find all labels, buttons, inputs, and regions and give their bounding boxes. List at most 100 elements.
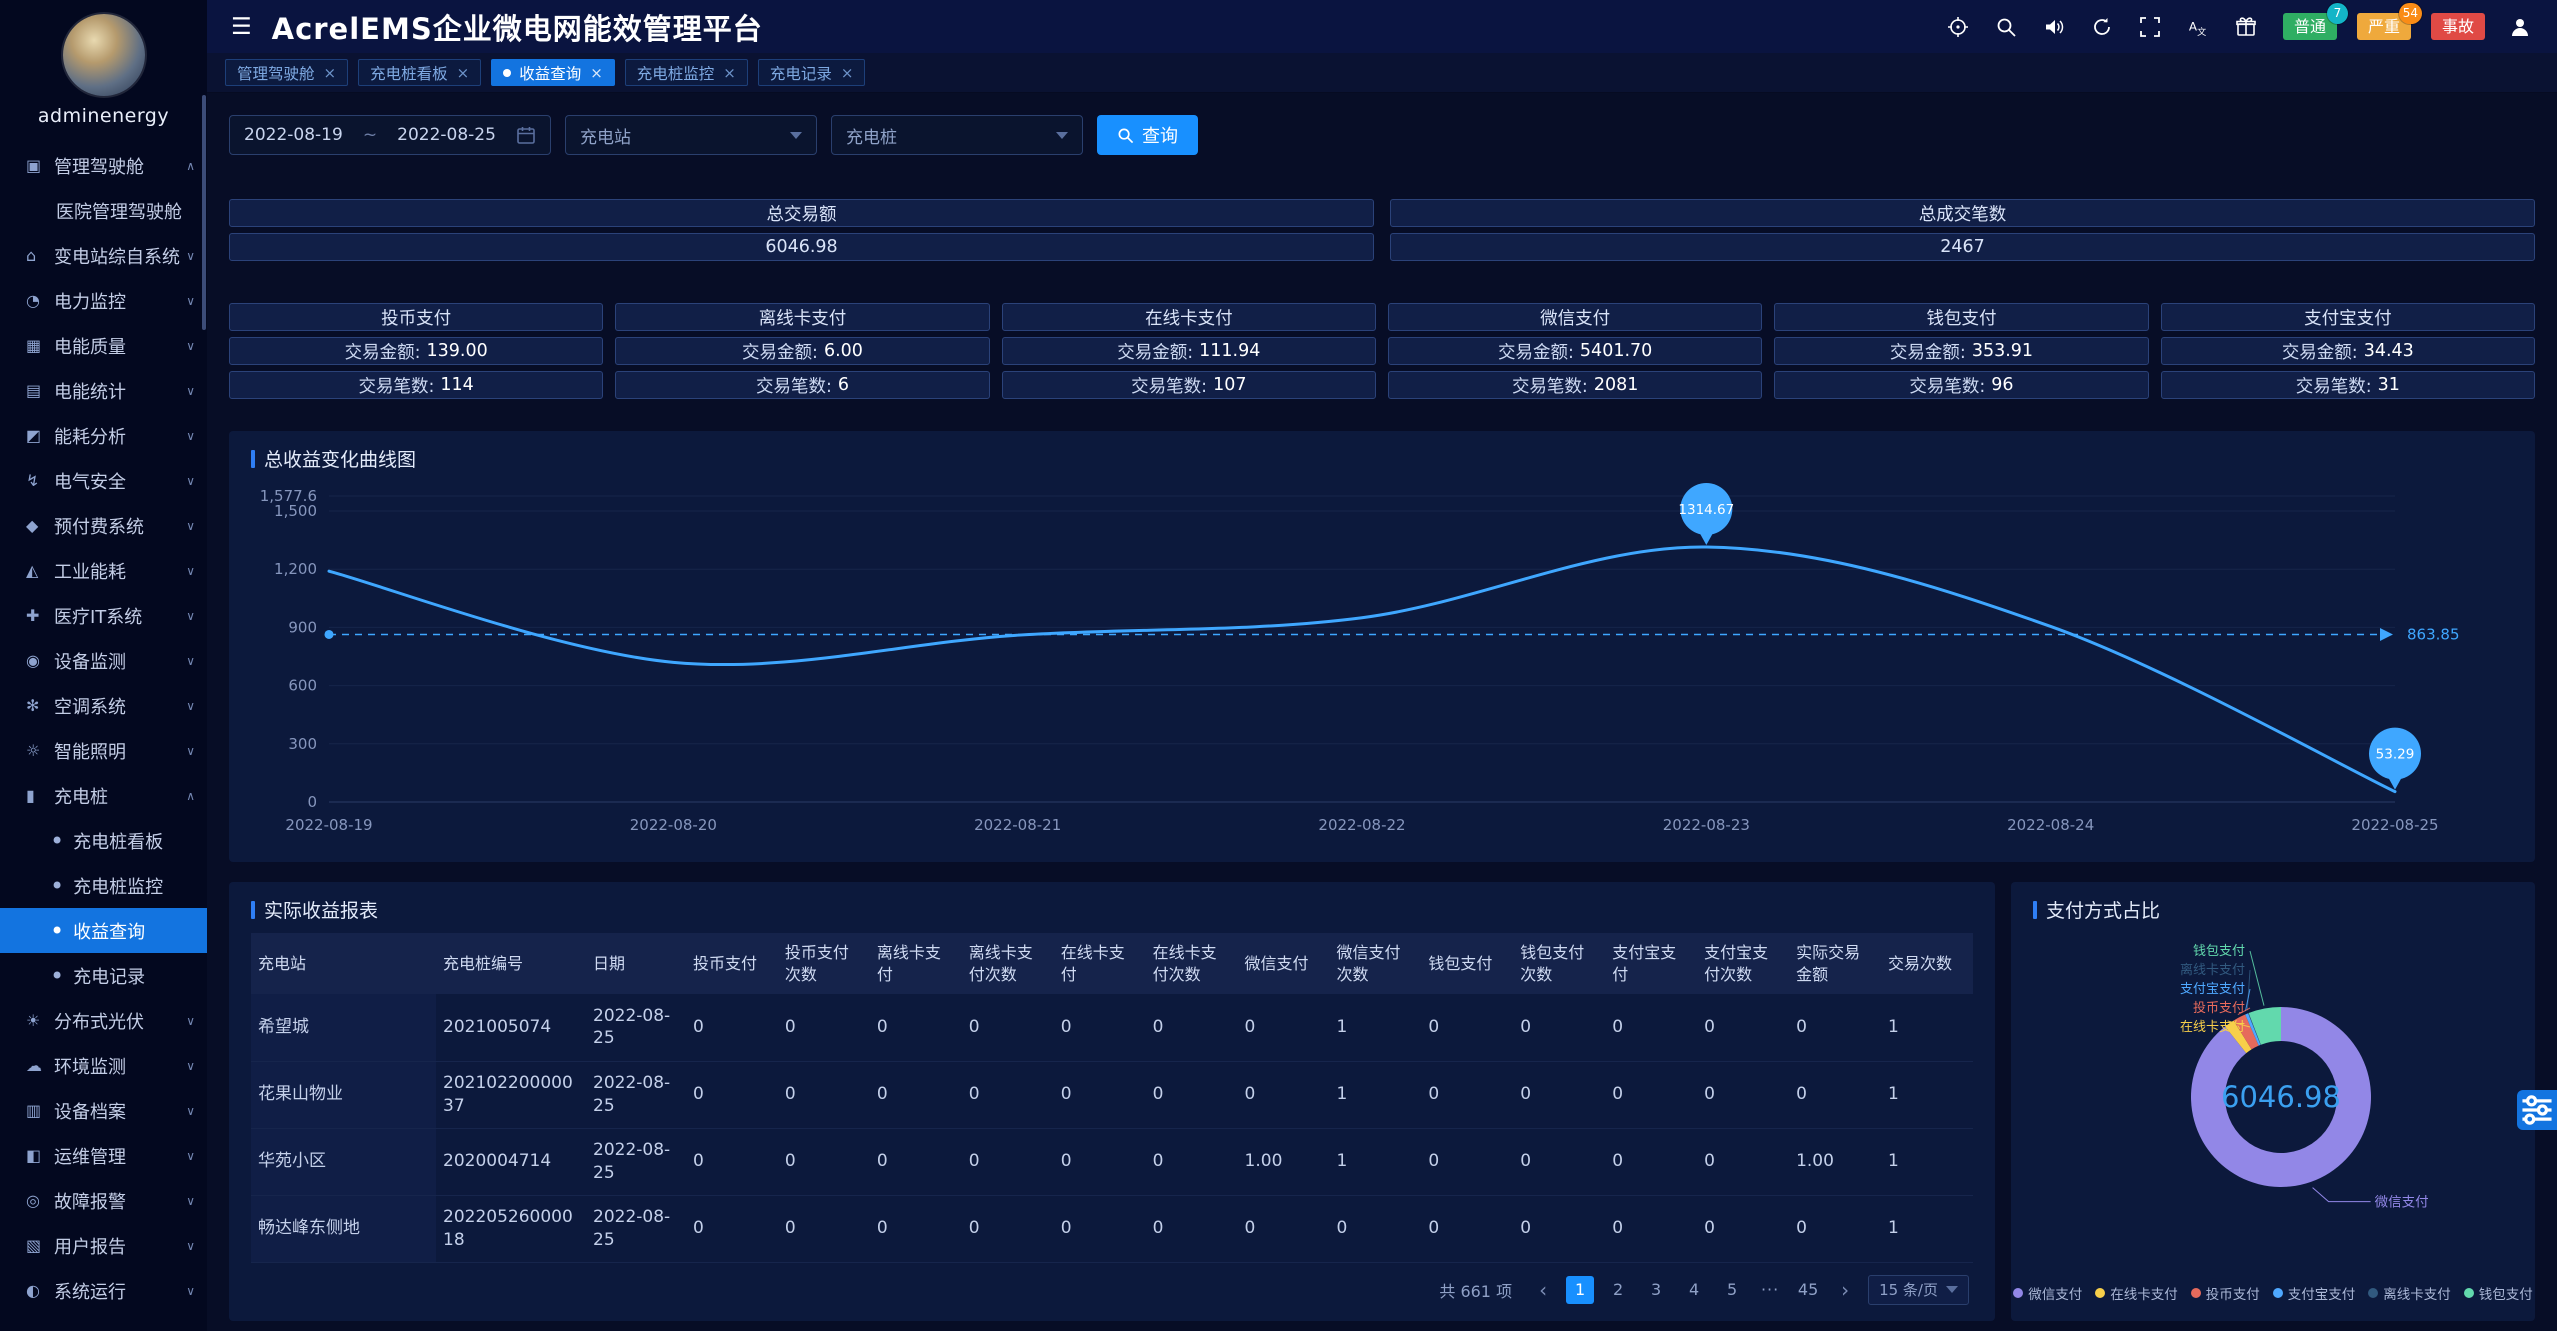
sidebar-item[interactable]: ▧用户报告∨ (0, 1223, 207, 1268)
alarm-chip-wrap: 事故 (2431, 13, 2485, 40)
table-row[interactable]: 华苑小区20200047142022-08-250000001.00100001… (251, 1128, 1973, 1195)
close-icon[interactable]: × (841, 64, 854, 82)
sidebar-item[interactable]: ◭工业能耗∨ (0, 548, 207, 593)
electric-safety-icon: ↯ (26, 471, 54, 490)
pile-select[interactable]: 充电桩 (831, 115, 1083, 155)
revenue-line-chart[interactable]: 03006009001,2001,5001,577.62022-08-19202… (251, 476, 2513, 848)
sidebar-item-label: 充电桩监控 (73, 873, 195, 899)
sidebar-item-label: 管理驾驶舱 (54, 153, 182, 179)
page-number[interactable]: 5 (1718, 1276, 1746, 1304)
sidebar-item[interactable]: ◐系统运行∨ (0, 1268, 207, 1313)
sidebar-scrollbar[interactable] (202, 95, 206, 330)
close-icon[interactable]: × (324, 64, 337, 82)
tab-item[interactable]: 充电记录× (758, 59, 866, 86)
user-avatar[interactable] (63, 14, 145, 96)
sidebar-item[interactable]: ◆预付费系统∨ (0, 503, 207, 548)
sidebar-item[interactable]: ◩能耗分析∨ (0, 413, 207, 458)
table-cell: 2021005074 (436, 994, 586, 1061)
sidebar-item[interactable]: •充电记录 (0, 953, 207, 998)
sidebar-item[interactable]: •充电桩监控 (0, 863, 207, 908)
payment-share-donut-chart[interactable]: 6046.98微信支付钱包支付离线卡支付支付宝支付投币支付在线卡支付 (2033, 925, 2513, 1237)
page-number[interactable]: 4 (1680, 1276, 1708, 1304)
tab-item[interactable]: 充电桩监控× (625, 59, 748, 86)
table-cell: 20210220000037 (436, 1061, 586, 1128)
legend-label: 在线卡支付 (2110, 1283, 2178, 1303)
fullscreen-icon[interactable] (2137, 14, 2163, 40)
close-icon[interactable]: × (590, 64, 603, 82)
sidebar-item[interactable]: •收益查询 (0, 908, 207, 953)
hvac-icon: ✻ (26, 696, 54, 715)
target-icon[interactable] (1945, 14, 1971, 40)
sidebar-item[interactable]: •充电桩看板 (0, 818, 207, 863)
sidebar-item-label: 电气安全 (54, 468, 182, 494)
next-page-icon[interactable]: › (1832, 1278, 1858, 1302)
sidebar-item[interactable]: ✚医疗IT系统∨ (0, 593, 207, 638)
menu-toggle-icon[interactable]: ☰ (231, 14, 252, 40)
sidebar-item[interactable]: ▥设备档案∨ (0, 1088, 207, 1133)
legend-item[interactable]: 投币支付 (2191, 1283, 2260, 1303)
page-number[interactable]: 3 (1642, 1276, 1670, 1304)
sidebar-item[interactable]: ☀分布式光伏∨ (0, 998, 207, 1043)
legend-item[interactable]: 支付宝支付 (2273, 1283, 2356, 1303)
chevron-up-icon: ∧ (186, 789, 195, 803)
count-label: 交易笔数: (359, 373, 435, 398)
table-cell: 2022-08-25 (586, 1061, 686, 1128)
table-cell: 0 (1605, 1061, 1697, 1128)
close-icon[interactable]: × (457, 64, 470, 82)
translate-icon[interactable]: A文 (2185, 14, 2211, 40)
alarm-chip[interactable]: 事故 (2431, 13, 2485, 40)
sidebar-item[interactable]: ◔电力监控∨ (0, 278, 207, 323)
station-select[interactable]: 充电站 (565, 115, 817, 155)
cockpit-icon: ▣ (26, 156, 54, 175)
sidebar-item[interactable]: ☁环境监测∨ (0, 1043, 207, 1088)
amount-value: 111.94 (1199, 341, 1260, 361)
page-number[interactable]: 45 (1794, 1276, 1822, 1304)
tab-item[interactable]: 收益查询× (491, 59, 615, 86)
payment-card-count: 交易笔数:114 (229, 371, 603, 399)
filter-bar: 2022-08-19 ~ 2022-08-25 充电站 充电桩 (229, 115, 2535, 155)
refresh-icon[interactable] (2089, 14, 2115, 40)
legend-item[interactable]: 钱包支付 (2464, 1283, 2533, 1303)
legend-item[interactable]: 在线卡支付 (2095, 1283, 2178, 1303)
settings-float-button[interactable] (2517, 1090, 2557, 1130)
legend-item[interactable]: 微信支付 (2013, 1283, 2082, 1303)
sidebar-item[interactable]: ◧运维管理∨ (0, 1133, 207, 1178)
legend-item[interactable]: 离线卡支付 (2368, 1283, 2451, 1303)
sidebar-item-label: 医疗IT系统 (54, 603, 182, 629)
date-range-input[interactable]: 2022-08-19 ~ 2022-08-25 (229, 115, 551, 155)
page-size-select[interactable]: 15 条/页 (1868, 1275, 1969, 1305)
prepaid-system-icon: ◆ (26, 516, 54, 535)
svg-text:300: 300 (288, 735, 317, 753)
table-row[interactable]: 畅达峰东侧地202205260000182022-08-250000000000… (251, 1195, 1973, 1262)
sidebar-item[interactable]: ◎故障报警∨ (0, 1178, 207, 1223)
sidebar-item[interactable]: ☼智能照明∨ (0, 728, 207, 773)
count-value: 6 (838, 375, 849, 395)
sidebar-item[interactable]: ↯电气安全∨ (0, 458, 207, 503)
tab-item[interactable]: 充电桩看板× (358, 59, 481, 86)
audio-icon[interactable] (2041, 14, 2067, 40)
account-icon[interactable] (2507, 14, 2533, 40)
page-number[interactable]: 2 (1604, 1276, 1632, 1304)
table-row[interactable]: 花果山物业202102200000372022-08-2500000001000… (251, 1061, 1973, 1128)
page-number[interactable]: 1 (1566, 1276, 1594, 1304)
search-icon[interactable] (1993, 14, 2019, 40)
sidebar-item-label: 智能照明 (54, 738, 182, 764)
sidebar-item[interactable]: ▤电能统计∨ (0, 368, 207, 413)
prev-page-icon[interactable]: ‹ (1530, 1278, 1556, 1302)
sidebar-item[interactable]: ⌂变电站综自系统∨ (0, 233, 207, 278)
sidebar-item[interactable]: ▣管理驾驶舱∧ (0, 143, 207, 188)
close-icon[interactable]: × (723, 64, 736, 82)
gift-icon[interactable] (2233, 14, 2259, 40)
sidebar-item[interactable]: ▦电能质量∨ (0, 323, 207, 368)
legend-label: 钱包支付 (2479, 1283, 2533, 1303)
sidebar-item[interactable]: ▮充电桩∧ (0, 773, 207, 818)
sidebar-item[interactable]: ◉设备监测∨ (0, 638, 207, 683)
table-cell: 1 (1329, 994, 1421, 1061)
badge-count: 7 (2327, 3, 2348, 24)
sidebar-item[interactable]: ✻空调系统∨ (0, 683, 207, 728)
tab-item[interactable]: 管理驾驶舱× (225, 59, 348, 86)
sidebar-item[interactable]: 医院管理驾驶舱 (0, 188, 207, 233)
query-button[interactable]: 查询 (1097, 115, 1198, 155)
table-row[interactable]: 希望城20210050742022-08-2500000001000001 (251, 994, 1973, 1061)
tab-bar: 管理驾驶舱× 充电桩看板× 收益查询× 充电桩监控× 充电记录× (207, 53, 2557, 93)
